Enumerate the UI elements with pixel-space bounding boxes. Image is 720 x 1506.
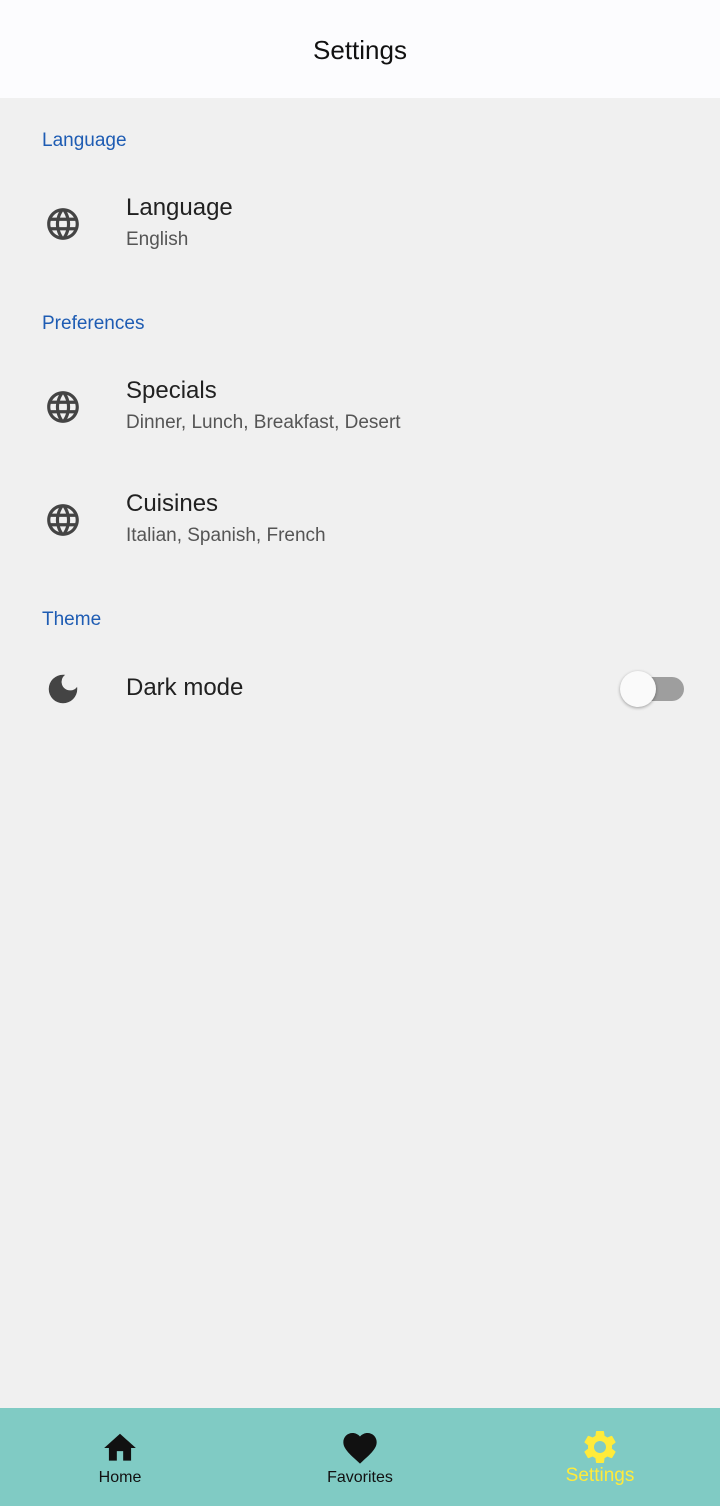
nav-label-settings: Settings xyxy=(565,1465,635,1486)
specials-value: Dinner, Lunch, Breakfast, Desert xyxy=(126,412,401,433)
nav-label-favorites: Favorites xyxy=(327,1468,393,1486)
heart-icon xyxy=(340,1428,380,1468)
specials-tile-text: Specials Dinner, Lunch, Breakfast, Deser… xyxy=(126,376,401,436)
cuisines-tile[interactable]: Cuisines Italian, Spanish, French xyxy=(0,478,720,562)
language-value: English xyxy=(126,229,189,250)
language-tile[interactable]: Language English xyxy=(0,182,720,266)
cuisines-title: Cuisines xyxy=(126,490,219,517)
specials-title: Specials xyxy=(126,377,217,404)
nav-item-favorites[interactable]: Favorites xyxy=(240,1408,480,1506)
cuisines-value: Italian, Spanish, French xyxy=(126,525,326,546)
dark-mode-tile-text: Dark mode xyxy=(126,673,243,703)
switch-thumb xyxy=(620,671,656,707)
nav-item-settings[interactable]: Settings xyxy=(480,1408,720,1506)
section-header-theme: Theme xyxy=(42,609,102,630)
section-header-preferences: Preferences xyxy=(42,313,145,334)
home-icon xyxy=(100,1428,140,1468)
nav-label-home: Home xyxy=(98,1468,142,1486)
globe-icon xyxy=(42,499,84,541)
specials-tile[interactable]: Specials Dinner, Lunch, Breakfast, Deser… xyxy=(0,365,720,449)
moon-icon xyxy=(42,668,84,710)
page-title: Settings xyxy=(313,34,407,65)
language-tile-text: Language English xyxy=(126,193,233,253)
language-title: Language xyxy=(126,194,233,221)
gear-icon xyxy=(580,1427,620,1467)
section-header-language: Language xyxy=(42,130,127,151)
dark-mode-tile[interactable]: Dark mode xyxy=(0,658,720,720)
dark-mode-switch[interactable] xyxy=(620,669,684,709)
bottom-navigation-bar: Home Favorites Settings xyxy=(0,1408,720,1506)
globe-icon xyxy=(42,203,84,245)
nav-item-home[interactable]: Home xyxy=(0,1408,240,1506)
cuisines-tile-text: Cuisines Italian, Spanish, French xyxy=(126,489,326,549)
dark-mode-title: Dark mode xyxy=(126,674,244,701)
globe-icon xyxy=(42,386,84,428)
app-bar: Settings xyxy=(0,0,720,98)
